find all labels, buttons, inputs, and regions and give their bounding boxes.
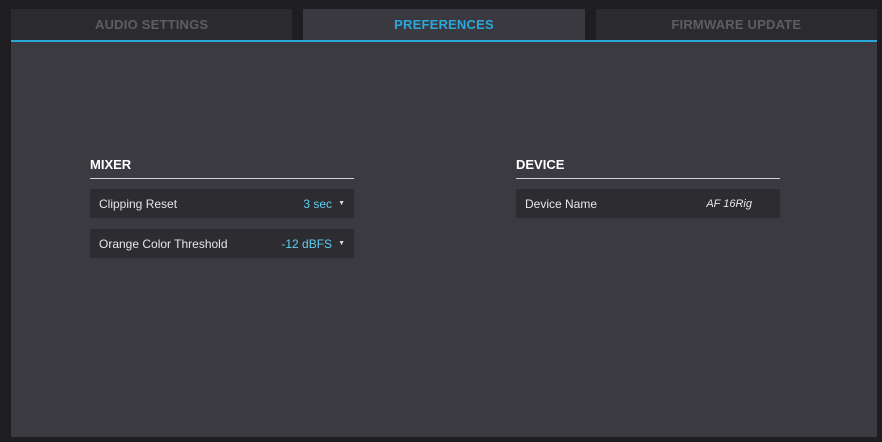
caret-down-icon: ▼ (338, 240, 345, 247)
orange-threshold-row: Orange Color Threshold -12 dBFS ▼ (90, 229, 354, 258)
device-section: DEVICE Device Name AF 16Rig (516, 156, 780, 218)
tab-bar: AUDIO SETTINGS PREFERENCES FIRMWARE UPDA… (11, 9, 877, 42)
orange-threshold-label: Orange Color Threshold (99, 236, 228, 251)
preferences-panel: MIXER Clipping Reset 3 sec ▼ Orange Colo… (11, 42, 877, 437)
preferences-window: AUDIO SETTINGS PREFERENCES FIRMWARE UPDA… (0, 0, 882, 442)
mixer-divider (90, 178, 354, 179)
caret-down-icon: ▼ (338, 200, 345, 207)
clipping-reset-label: Clipping Reset (99, 196, 178, 211)
clipping-reset-row: Clipping Reset 3 sec ▼ (90, 189, 354, 218)
device-name-row: Device Name AF 16Rig (516, 189, 780, 218)
clipping-reset-dropdown[interactable]: 3 sec ▼ (303, 197, 345, 211)
tab-preferences[interactable]: PREFERENCES (303, 9, 585, 40)
mixer-title: MIXER (90, 157, 132, 172)
tab-audio-settings[interactable]: AUDIO SETTINGS (11, 9, 293, 40)
device-name-field[interactable]: AF 16Rig (706, 198, 752, 210)
orange-threshold-dropdown[interactable]: -12 dBFS ▼ (281, 237, 345, 251)
mixer-section: MIXER Clipping Reset 3 sec ▼ Orange Colo… (90, 156, 354, 258)
device-name-label: Device Name (525, 196, 598, 211)
orange-threshold-value: -12 dBFS (281, 236, 333, 251)
device-divider (516, 178, 780, 179)
tab-firmware-update[interactable]: FIRMWARE UPDATE (595, 9, 877, 40)
device-title: DEVICE (516, 157, 565, 172)
clipping-reset-value: 3 sec (303, 196, 333, 211)
